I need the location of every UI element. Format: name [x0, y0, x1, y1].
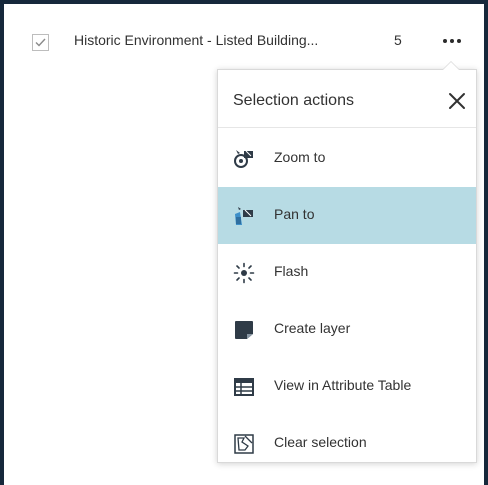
menu-item-label: Create layer	[274, 320, 351, 336]
more-options-button[interactable]	[438, 32, 466, 50]
clear-selection-icon	[233, 433, 254, 454]
menu-item-label: Pan to	[274, 206, 315, 222]
selection-actions-menu: Selection actions Zoom to Pan to Flash C…	[217, 61, 477, 463]
close-button[interactable]	[446, 90, 468, 112]
menu-item-zoom-to[interactable]: Zoom to	[218, 130, 476, 187]
pan-to-icon	[233, 205, 253, 225]
menu-item-view-attribute-table[interactable]: View in Attribute Table	[218, 358, 476, 415]
menu-title: Selection actions	[233, 92, 354, 109]
menu-header: Selection actions	[218, 70, 476, 128]
more-dot	[450, 39, 454, 43]
checkmark-icon	[35, 38, 46, 47]
flash-icon	[233, 262, 255, 284]
layer-checkbox[interactable]	[32, 34, 49, 51]
close-icon	[449, 93, 465, 109]
menu-item-label: Zoom to	[274, 149, 326, 165]
menu-item-create-layer[interactable]: Create layer	[218, 301, 476, 358]
create-layer-icon	[233, 319, 253, 339]
menu-item-label: Flash	[274, 263, 309, 279]
menu-item-label: View in Attribute Table	[274, 377, 412, 393]
menu-item-label: Clear selection	[274, 434, 367, 450]
more-dot	[443, 39, 447, 43]
layer-row: Historic Environment - Listed Building..…	[8, 8, 480, 78]
zoom-to-icon	[233, 148, 253, 168]
more-dot	[457, 39, 461, 43]
menu-item-pan-to[interactable]: Pan to	[218, 187, 476, 244]
layer-name: Historic Environment - Listed Building..…	[74, 32, 319, 48]
menu-item-flash[interactable]: Flash	[218, 244, 476, 301]
table-icon	[233, 376, 254, 396]
menu-item-clear-selection[interactable]: Clear selection	[218, 415, 476, 472]
selection-count: 5	[394, 32, 402, 48]
